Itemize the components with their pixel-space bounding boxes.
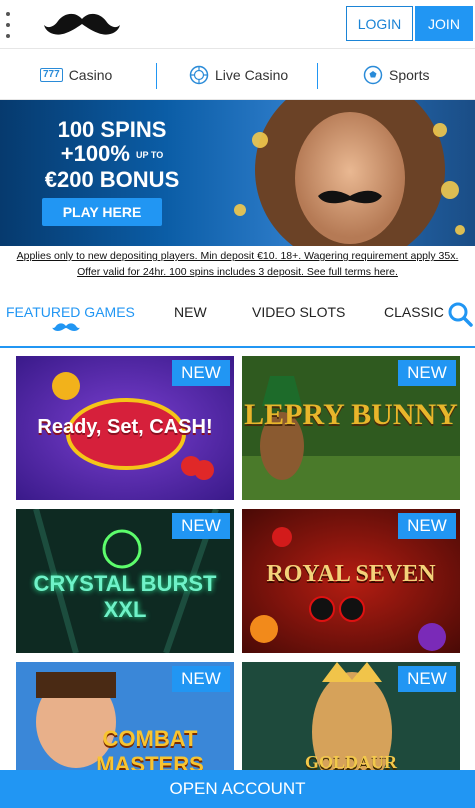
game-title: ROYAL SEVEN <box>266 561 436 587</box>
terms-line1[interactable]: Applies only to new depositing players. … <box>0 248 475 264</box>
banner-percent: +100% <box>60 141 130 166</box>
play-here-button[interactable]: PLAY HERE <box>42 198 162 226</box>
game-title: LEPRY BUNNY <box>244 398 458 431</box>
new-badge: NEW <box>172 513 230 539</box>
game-title: Ready, Set, CASH! <box>37 416 213 438</box>
category-live-casino-label: Live Casino <box>215 67 289 83</box>
banner-line2: +100% UP TO <box>32 142 192 167</box>
category-casino[interactable]: 777 Casino <box>40 49 112 101</box>
banner-line3: €200 BONUS <box>44 167 180 193</box>
category-sports[interactable]: Sports <box>363 49 429 101</box>
open-account-button[interactable]: OPEN ACCOUNT <box>0 770 475 808</box>
new-badge: NEW <box>398 513 456 539</box>
slot-777-icon: 777 <box>40 68 63 82</box>
menu-icon[interactable] <box>6 12 12 38</box>
terms-line2[interactable]: Offer valid for 24hr. 100 spins includes… <box>0 264 475 280</box>
category-sports-label: Sports <box>389 67 430 83</box>
join-button[interactable]: JOIN <box>415 6 473 41</box>
banner-line1: 100 SPINS <box>57 117 167 142</box>
tab-classic[interactable]: CLASSIC <box>384 304 444 320</box>
new-badge: NEW <box>172 666 230 692</box>
top-header: LOGIN JOIN <box>0 0 475 48</box>
category-nav: 777 Casino Live Casino Sports <box>0 48 475 100</box>
search-icon[interactable] <box>447 301 473 327</box>
login-button[interactable]: LOGIN <box>346 6 413 41</box>
tab-video-slots[interactable]: VIDEO SLOTS <box>252 304 345 320</box>
game-tile-ready-set-cash[interactable]: Ready, Set, CASH! NEW <box>16 356 234 500</box>
mustache-underline-icon <box>52 323 80 331</box>
new-badge: NEW <box>172 360 230 386</box>
banner-woman-illustration <box>234 100 465 246</box>
category-casino-label: Casino <box>68 67 113 83</box>
divider <box>156 63 157 89</box>
game-tabs: FEATURED GAMES NEW VIDEO SLOTS CLASSIC <box>0 290 475 348</box>
soccer-ball-icon <box>363 65 383 85</box>
terms-text[interactable]: Applies only to new depositing players. … <box>0 246 475 282</box>
game-title: CRYSTAL BURST XXL <box>33 571 217 622</box>
chip-icon <box>189 65 209 85</box>
game-tile-lepry-bunny[interactable]: LEPRY BUNNY NEW <box>242 356 460 500</box>
mustache-logo[interactable] <box>42 9 122 39</box>
new-badge: NEW <box>398 360 456 386</box>
divider <box>317 63 318 89</box>
tab-new[interactable]: NEW <box>174 304 207 320</box>
tab-featured-games[interactable]: FEATURED GAMES <box>6 304 135 320</box>
game-tile-royal-seven[interactable]: ROYAL SEVEN NEW <box>242 509 460 653</box>
game-tile-crystal-burst[interactable]: CRYSTAL BURST XXL NEW <box>16 509 234 653</box>
banner-upto: UP TO <box>136 150 164 161</box>
new-badge: NEW <box>398 666 456 692</box>
banner-headline: 100 SPINS +100% UP TO €200 BONUS <box>32 118 192 193</box>
category-live-casino[interactable]: Live Casino <box>189 49 288 101</box>
